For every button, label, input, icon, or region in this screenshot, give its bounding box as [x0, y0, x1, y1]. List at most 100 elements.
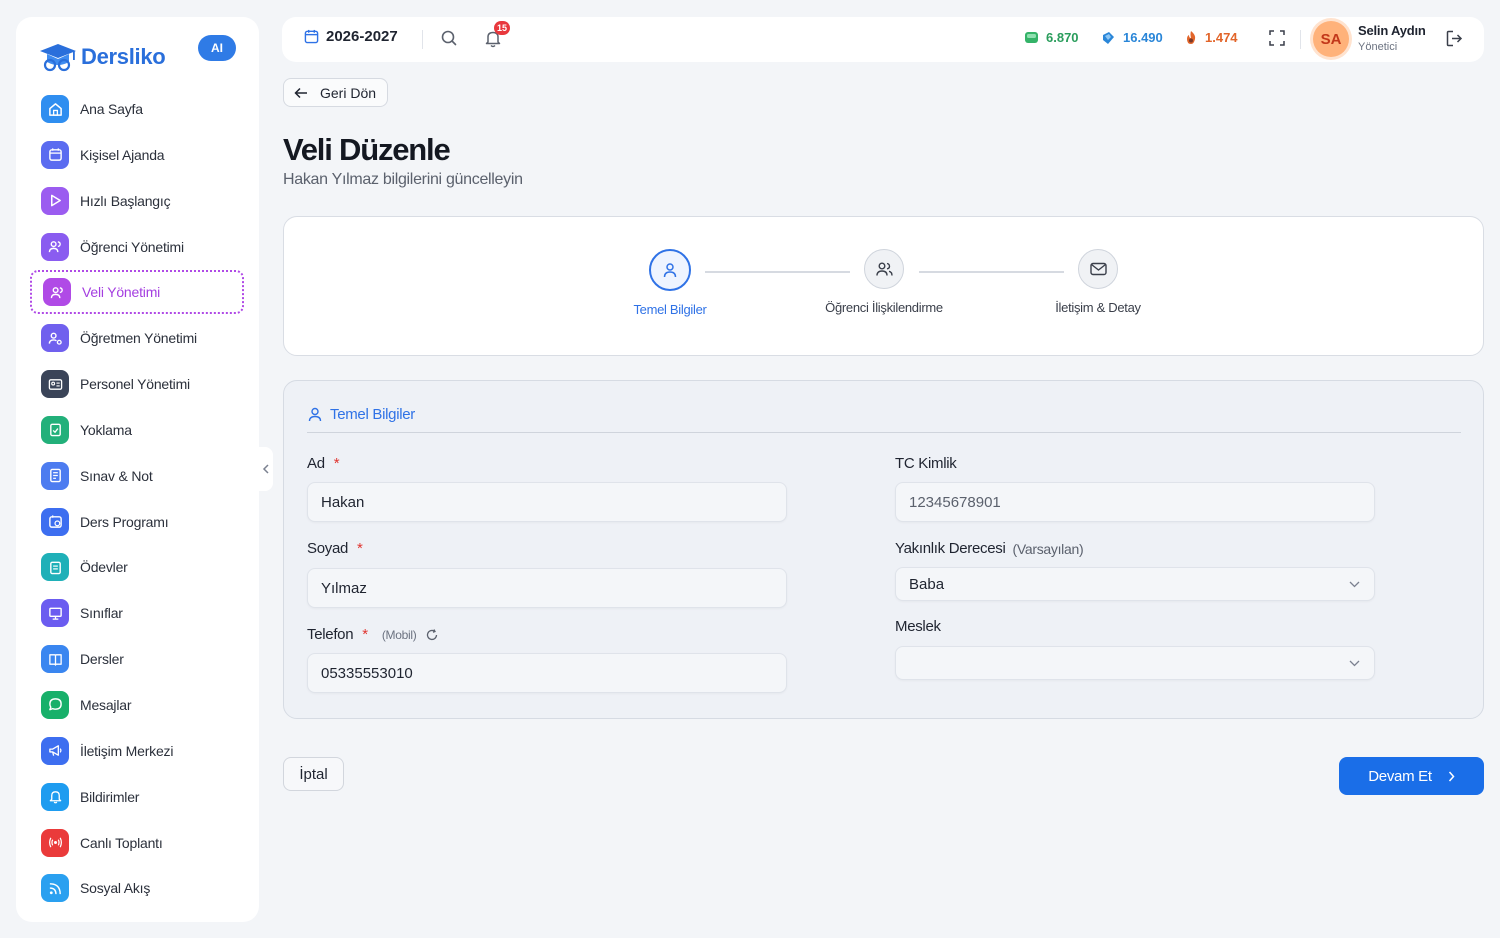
sidebar-item-ana-sayfa[interactable]: Ana Sayfa: [30, 87, 244, 131]
step-label: İletişim & Detay: [1055, 300, 1141, 315]
calendar-icon: [304, 29, 319, 44]
relation-select[interactable]: Baba: [895, 567, 1375, 601]
teacher-icon: [41, 324, 69, 353]
schedule-icon: [41, 507, 69, 536]
id-card-icon: [41, 370, 69, 399]
clipboard-check-icon: [41, 415, 69, 444]
phone-label: Telefon * (Mobil): [307, 626, 438, 643]
job-label-text: Meslek: [895, 618, 941, 635]
sidebar-item-bildirimler[interactable]: Bildirimler: [30, 775, 244, 819]
step-circle: [1078, 249, 1118, 289]
chevron-down-icon: [1349, 660, 1360, 666]
relation-value: Baba: [909, 575, 945, 593]
fire-gem-icon: [1187, 31, 1196, 44]
sidebar-nav: Ana Sayfa Kişisel Ajanda Hızlı Başlangıç Öğ…: [30, 87, 244, 912]
avatar[interactable]: SA: [1313, 21, 1349, 57]
step-basic-info[interactable]: Temel Bilgiler: [590, 249, 750, 317]
users-icon: [41, 232, 69, 261]
sidebar-item-hizli-baslangic[interactable]: Hızlı Başlangıç: [30, 179, 244, 223]
logout-button[interactable]: [1445, 29, 1464, 53]
sidebar-item-yoklama[interactable]: Yoklama: [30, 408, 244, 452]
sidebar-item-sinav-not[interactable]: Sınav & Not: [30, 454, 244, 498]
sidebar-item-mesajlar[interactable]: Mesajlar: [30, 683, 244, 727]
sidebar-item-odevler[interactable]: Ödevler: [30, 545, 244, 589]
chevron-down-icon: [1349, 581, 1360, 587]
basic-info-form: Temel Bilgiler Ad * Hakan Soyad * Yılmaz…: [283, 380, 1484, 719]
sidebar-collapse-button[interactable]: [259, 447, 273, 491]
first-name-label-text: Ad: [307, 455, 325, 472]
sidebar-item-ogretmen-yonetimi[interactable]: Öğretmen Yönetimi: [30, 316, 244, 360]
chevron-right-icon: [1448, 771, 1455, 781]
book-icon: [41, 645, 69, 674]
sidebar-item-iletisim-merkezi[interactable]: İletişim Merkezi: [30, 729, 244, 773]
refresh-icon[interactable]: [426, 628, 438, 641]
continue-button[interactable]: Devam Et: [1339, 757, 1484, 795]
job-select[interactable]: [895, 646, 1375, 680]
sidebar-item-label: Bildirimler: [80, 788, 140, 805]
blue-gem-icon: [1103, 31, 1114, 44]
sidebar-item-ders-programi[interactable]: Ders Programı: [30, 500, 244, 544]
step-label: Temel Bilgiler: [633, 302, 707, 317]
step-contact-detail[interactable]: İletişim & Detay: [1018, 249, 1178, 315]
user-name: Selin Aydın: [1358, 23, 1426, 38]
cancel-button[interactable]: İptal: [283, 757, 344, 791]
search-button[interactable]: [440, 29, 458, 52]
parents-icon: [43, 278, 71, 307]
ai-button[interactable]: AI: [198, 35, 236, 61]
required-asterisk: *: [357, 540, 363, 557]
arrow-left-icon: [294, 87, 307, 98]
last-name-label-text: Soyad: [307, 540, 349, 557]
graduation-cap-logo-icon: [40, 44, 76, 72]
sidebar-item-dersler[interactable]: Dersler: [30, 637, 244, 681]
back-button[interactable]: Geri Dön: [283, 78, 388, 107]
required-asterisk: *: [362, 626, 368, 643]
continue-label: Devam Et: [1368, 767, 1432, 785]
phone-label-text: Telefon: [307, 626, 354, 643]
sidebar-item-ogrenci-yonetimi[interactable]: Öğrenci Yönetimi: [30, 225, 244, 269]
brand[interactable]: Dersliko: [38, 35, 166, 79]
user-icon: [308, 407, 322, 422]
notification-count-badge: 15: [494, 21, 511, 35]
sidebar-item-veli-yonetimi[interactable]: Veli Yönetimi: [30, 270, 244, 315]
stat-green-value: 6.870: [1046, 30, 1079, 45]
back-label: Geri Dön: [320, 84, 377, 101]
first-name-value: Hakan: [321, 493, 365, 511]
sidebar-item-label: Personel Yönetimi: [80, 376, 190, 393]
sidebar-item-kisisel-ajanda[interactable]: Kişisel Ajanda: [30, 133, 244, 177]
step-student-link[interactable]: Öğrenci İlişkilendirme: [804, 249, 964, 315]
sidebar-item-sosyal-akis[interactable]: Sosyal Akış: [30, 866, 244, 910]
sidebar-item-label: Sınıflar: [80, 605, 123, 622]
mail-icon: [1089, 262, 1107, 276]
sidebar-item-label: Öğrenci Yönetimi: [80, 238, 184, 255]
stat-blue[interactable]: 16.490: [1101, 30, 1163, 45]
sidebar-item-canli-toplanti[interactable]: Canlı Toplantı: [30, 821, 244, 865]
tc-input[interactable]: 12345678901: [895, 482, 1375, 522]
classroom-icon: [41, 599, 69, 628]
sidebar-item-label: Mesajlar: [80, 696, 132, 713]
tc-label-text: TC Kimlik: [895, 455, 957, 472]
page-subtitle: Hakan Yılmaz bilgilerini güncelleyin: [283, 171, 523, 188]
tc-value: 12345678901: [909, 493, 1001, 511]
user-icon: [663, 263, 677, 278]
stat-green[interactable]: 6.870: [1024, 30, 1079, 45]
sidebar: Dersliko AI Ana Sayfa Kişisel Ajanda Hızlı…: [16, 17, 259, 922]
sidebar-item-personel-yonetimi[interactable]: Personel Yönetimi: [30, 362, 244, 406]
first-name-input[interactable]: Hakan: [307, 482, 787, 522]
stat-fire[interactable]: 1.474: [1184, 30, 1238, 45]
sidebar-item-label: Veli Yönetimi: [82, 284, 161, 301]
relation-hint: (Varsayılan): [1012, 540, 1084, 557]
phone-input[interactable]: 05335553010: [307, 653, 787, 693]
phone-hint: (Mobil): [381, 627, 417, 642]
home-icon: [41, 95, 69, 123]
sidebar-item-label: Öğretmen Yönetimi: [80, 330, 197, 347]
required-asterisk: *: [333, 455, 340, 472]
sidebar-item-label: Dersler: [80, 651, 124, 668]
sidebar-item-siniflar[interactable]: Sınıflar: [30, 591, 244, 635]
last-name-input[interactable]: Yılmaz: [307, 568, 787, 608]
fullscreen-button[interactable]: [1268, 29, 1286, 52]
message-icon: [41, 690, 69, 719]
step-circle: [649, 249, 691, 291]
divider: [1300, 30, 1301, 49]
academic-year-selector[interactable]: 2026-2027: [304, 28, 398, 45]
last-name-label: Soyad *: [307, 540, 363, 557]
